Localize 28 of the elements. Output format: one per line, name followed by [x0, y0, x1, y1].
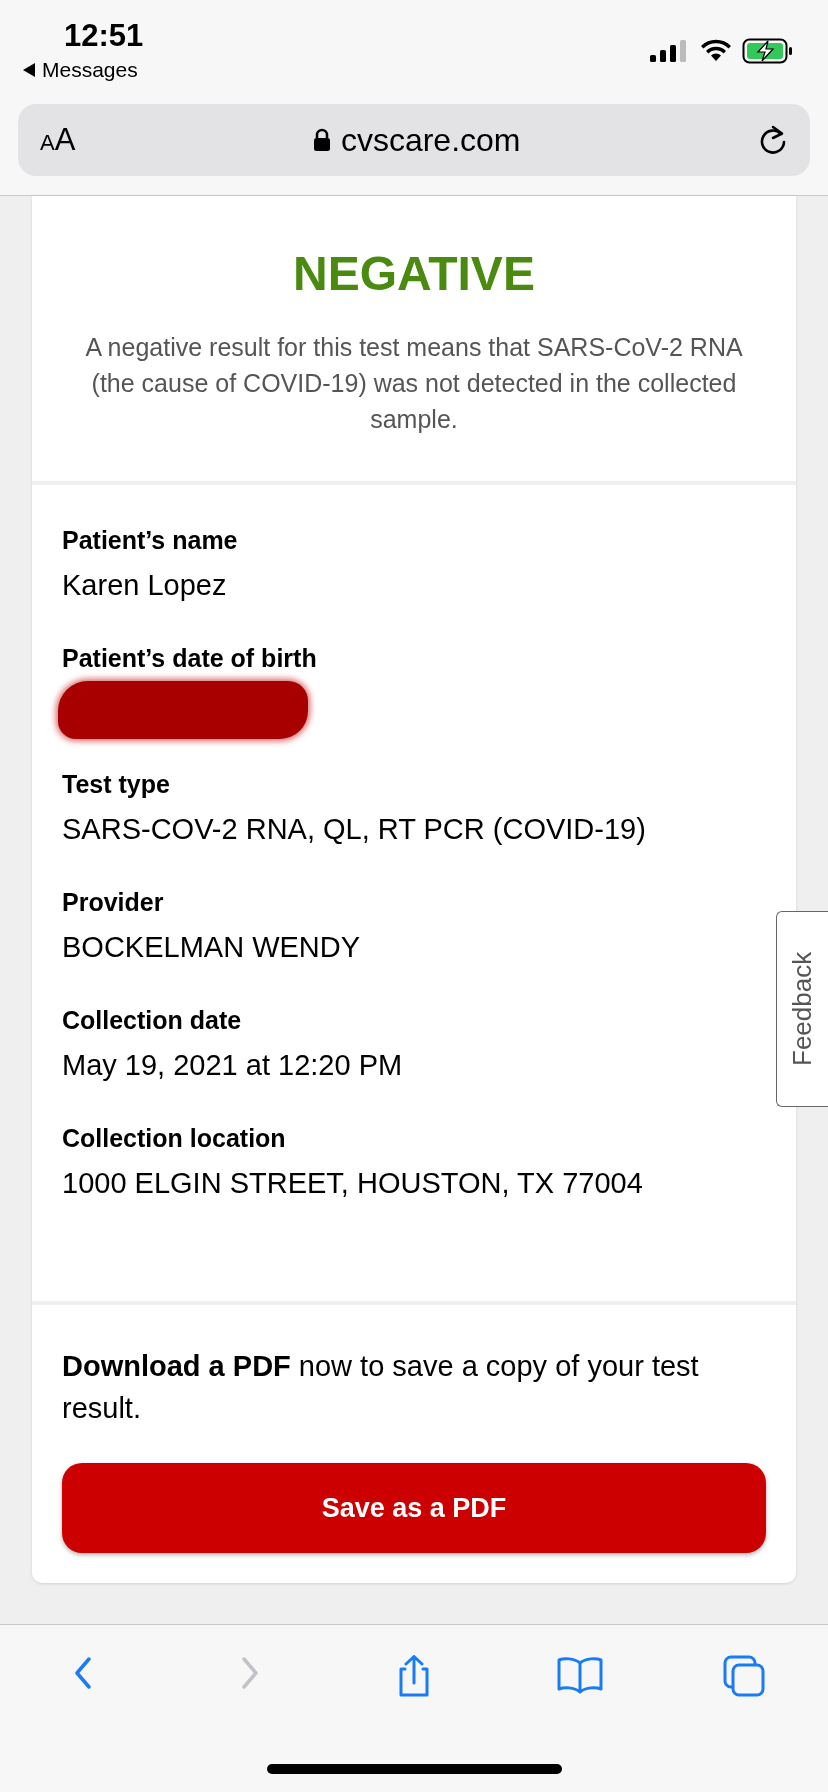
field-label: Patient’s name — [62, 525, 239, 555]
wifi-icon — [700, 39, 732, 63]
field-value: BOCKELMAN WENDY — [62, 930, 362, 965]
result-title: NEGATIVE — [292, 246, 536, 301]
reload-icon[interactable] — [758, 124, 788, 156]
status-time: 12:51 — [64, 18, 144, 54]
download-instructions: Download a PDF now to save a copy of your test result. — [62, 1349, 700, 1426]
tabs-icon[interactable] — [723, 1655, 768, 1699]
save-pdf-button[interactable]: Save as a PDF — [62, 1463, 766, 1553]
back-to-app-link[interactable]: Messages — [22, 58, 138, 82]
text-size-button[interactable]: AA — [40, 122, 76, 158]
result-description: A negative result for this test means that SARS-CoV-2 RNA (the cause of COVID-19) was not detected in the collected sample. — [84, 332, 744, 435]
book-icon[interactable] — [555, 1655, 604, 1695]
field-value: SARS-COV-2 RNA, QL, RT PCR (COVID-19) — [62, 812, 647, 847]
field-label: Test type — [62, 769, 171, 799]
lock-icon — [312, 128, 331, 152]
field-label: Collection date — [62, 1005, 243, 1035]
field-value: Karen Lopez — [62, 568, 228, 603]
field-label: Provider — [62, 887, 165, 917]
address-bar[interactable]: AA cvscare.com — [18, 104, 810, 176]
feedback-tab[interactable]: Feedback — [776, 911, 828, 1107]
back-triangle-icon — [22, 62, 36, 78]
field-value: May 19, 2021 at 12:20 PM — [62, 1048, 404, 1083]
url-text: cvscare.com — [340, 121, 521, 159]
battery-charging-icon — [742, 38, 794, 64]
field-value: 1000 ELGIN STREET, HOUSTON, TX 77004 — [62, 1166, 644, 1201]
field-label: Patient’s date of birth — [62, 643, 318, 673]
field-label: Collection location — [62, 1123, 287, 1153]
